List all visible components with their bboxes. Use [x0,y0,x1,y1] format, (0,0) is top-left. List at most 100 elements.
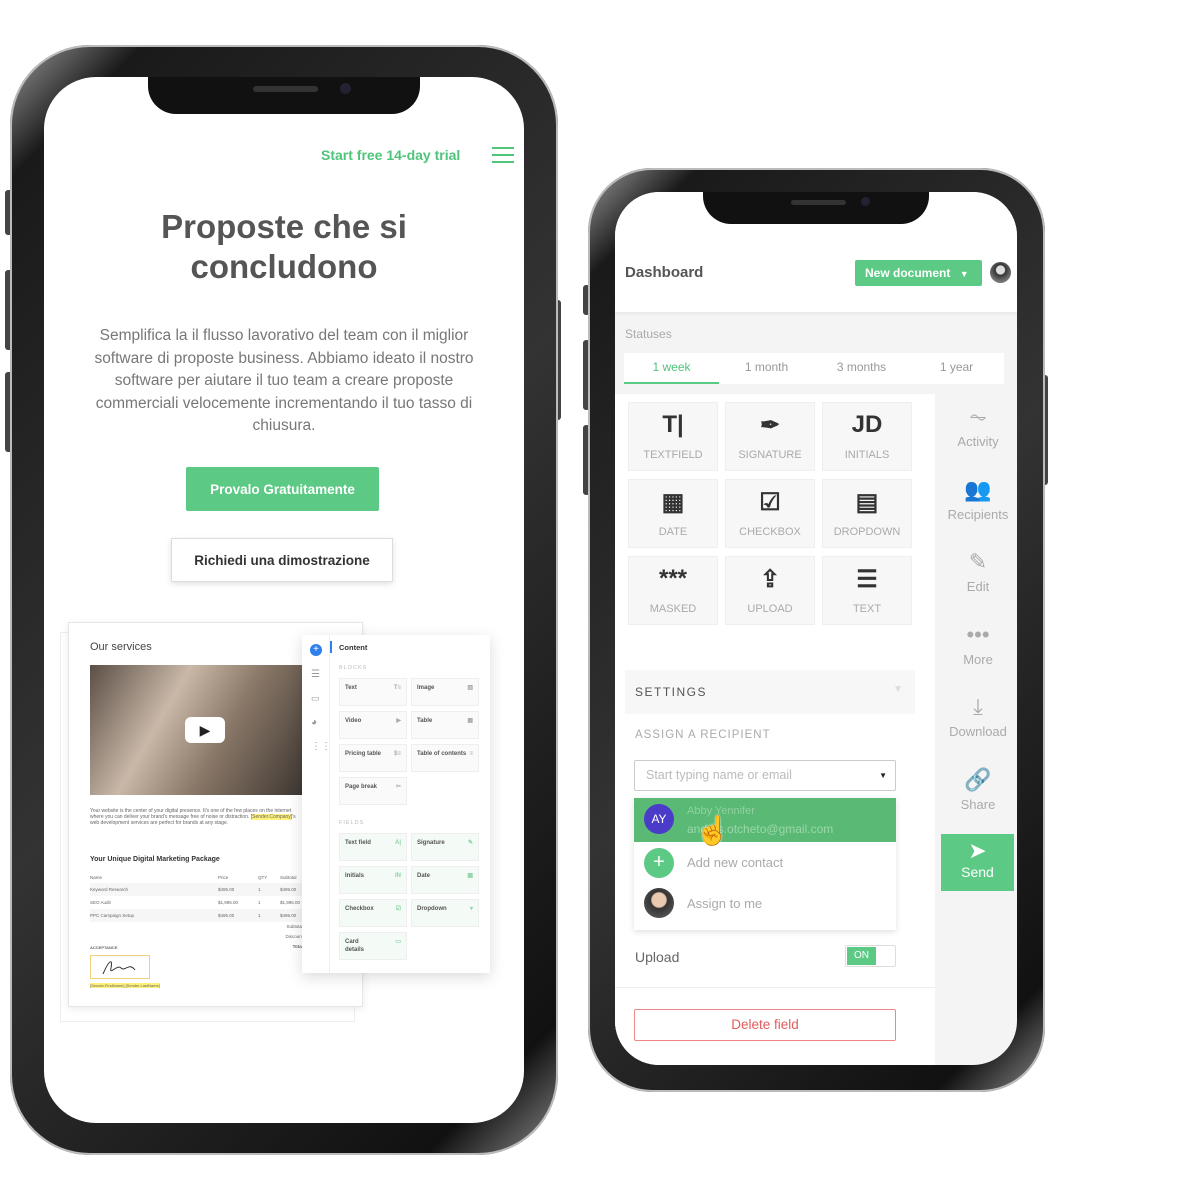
assign-label: ASSIGN A RECIPIENT [635,729,771,741]
upload-toggle[interactable]: ON [845,945,896,967]
settings-header[interactable]: SETTINGS ▼ [625,670,915,714]
calendar-icon: ▦ [467,873,473,879]
tile-signature[interactable]: ✒ SIGNATURE [725,402,815,471]
text-lines-icon: ☰ [856,566,878,593]
package-title: Your Unique Digital Marketing Package [90,856,220,863]
tile-textfield[interactable]: T| TEXTFIELD [628,402,718,471]
embed-icon[interactable]: ▭ [311,693,320,704]
field-card-details[interactable]: Card details ▭ [339,932,407,960]
doc-paragraph: Your website is the center of your digit… [90,808,296,826]
play-icon[interactable]: ▶ [185,717,225,743]
sidebar-item-download[interactable]: ⤓ Download [937,694,1017,739]
panel-toolbar: + ☰ ▭ ◕ ⋮⋮ [302,635,331,973]
sidebar-item-edit[interactable]: ✎ Edit [937,549,1017,594]
tile-checkbox[interactable]: ☑ CHECKBOX [725,479,815,548]
speaker [791,200,846,205]
grid-icon[interactable]: ⋮⋮ [311,741,331,752]
toggle-on-label: ON [847,947,876,965]
field-date[interactable]: Date ▦ [411,866,479,894]
sidebar-item-activity[interactable]: ⏦ Activity [937,404,1017,449]
add-contact-option[interactable]: Add new contact [687,855,783,870]
pricing-icon: $≡ [394,751,401,757]
link-icon: 🔗 [964,766,992,792]
field-checkbox[interactable]: Checkbox ☑ [339,899,407,927]
checkbox-icon: ☑ [759,489,781,516]
tile-date[interactable]: ▦ DATE [628,479,718,548]
block-text[interactable]: Text T≡ [339,678,407,706]
tab-3-months[interactable]: 3 months [814,353,909,384]
tab-1-month[interactable]: 1 month [719,353,814,384]
tile-initials[interactable]: JD INITIALS [822,402,912,471]
recipient-input[interactable]: Start typing name or email ▼ [634,760,896,791]
tile-masked[interactable]: *** MASKED [628,556,718,625]
tile-label: DATE [658,526,688,538]
tab-1-week[interactable]: 1 week [624,353,719,384]
sliders-icon[interactable]: ☰ [311,669,320,680]
signature-box[interactable] [90,955,150,979]
new-document-button[interactable]: New document ▼ [855,260,982,286]
sidebar-label: Share [960,796,996,812]
toc-icon: ≡ [469,751,473,757]
tile-upload[interactable]: ⇪ UPLOAD [725,556,815,625]
settings-title: SETTINGS [635,685,708,699]
tile-label: SIGNATURE [738,449,802,461]
block-table[interactable]: Table ▦ [411,711,479,739]
self-avatar [644,888,674,918]
add-icon[interactable]: + [310,644,322,656]
field-text[interactable]: Text field A| [339,833,407,861]
speaker [253,86,318,92]
initials-icon: IN [395,873,401,879]
sidebar-item-share[interactable]: 🔗 Share [937,767,1017,812]
notch [148,77,420,114]
video-thumbnail[interactable]: ▶ [90,665,305,795]
image-icon: ▨ [467,685,473,691]
content-panel: + ☰ ▭ ◕ ⋮⋮ Content BLOCKS Text T≡ Image ▨ … [302,635,490,973]
block-video[interactable]: Video ▶ [339,711,407,739]
tile-dropdown[interactable]: ▤ DROPDOWN [822,479,912,548]
send-button[interactable]: ➤ Send [941,834,1014,891]
hamburger-icon[interactable] [492,147,514,163]
plus-icon: + [644,848,674,878]
tile-text[interactable]: ☰ TEXT [822,556,912,625]
palette-icon[interactable]: ◕ [311,717,317,728]
field-initials[interactable]: Initials IN [339,866,407,894]
sidebar-item-more[interactable]: ••• More [937,622,1017,667]
request-demo-button[interactable]: Richiedi una dimostrazione [171,538,393,582]
field-dropdown[interactable]: Dropdown ▾ [411,899,479,927]
acceptance-label: ACCEPTANCE [90,945,118,950]
try-free-button[interactable]: Provalo Gratuitamente [186,467,379,511]
doc-heading: Our services [90,641,152,653]
signature-icon [102,961,136,975]
camera [861,197,870,206]
tile-label: MASKED [649,603,697,615]
notch [703,192,929,224]
sidebar-item-recipients[interactable]: 👥 Recipients [937,477,1017,522]
recipient-dropdown: AY Abby Yennifer andres.otcheto@gmail.co… [634,798,896,930]
more-icon: ••• [966,621,990,647]
tile-label: INITIALS [844,449,890,461]
sidebar-label: Recipients [947,506,1009,522]
send-label: Send [961,864,994,880]
tab-1-year[interactable]: 1 year [909,353,1004,384]
block-image[interactable]: Image ▨ [411,678,479,706]
field-signature[interactable]: Signature ✎ [411,833,479,861]
initials-icon: JD [851,411,883,438]
checkbox-icon: ☑ [395,906,401,912]
masked-icon: *** [658,565,688,592]
camera [340,83,351,94]
delete-field-button[interactable]: Delete field [634,1009,896,1041]
block-pricing-table[interactable]: Pricing table $≡ [339,744,407,772]
assign-to-me-option[interactable]: Assign to me [687,896,762,911]
status-tabs: 1 week 1 month 3 months 1 year [624,353,1004,384]
tile-label: TEXTFIELD [643,449,703,461]
sidebar-label: Download [949,724,1007,739]
chevron-down-icon: ▼ [959,269,969,279]
download-icon: ⤓ [973,694,983,719]
user-avatar[interactable] [990,262,1011,283]
option-contact[interactable]: AY Abby Yennifer andres.otcheto@gmail.co… [634,798,896,842]
trial-link[interactable]: Start free 14-day trial [321,147,460,163]
block-table-of-contents[interactable]: Table of contents ≡ [411,744,479,772]
block-page-break[interactable]: Page break ✂ [339,777,407,805]
avatar: AY [644,804,674,834]
sidebar-label: Edit [966,579,990,594]
